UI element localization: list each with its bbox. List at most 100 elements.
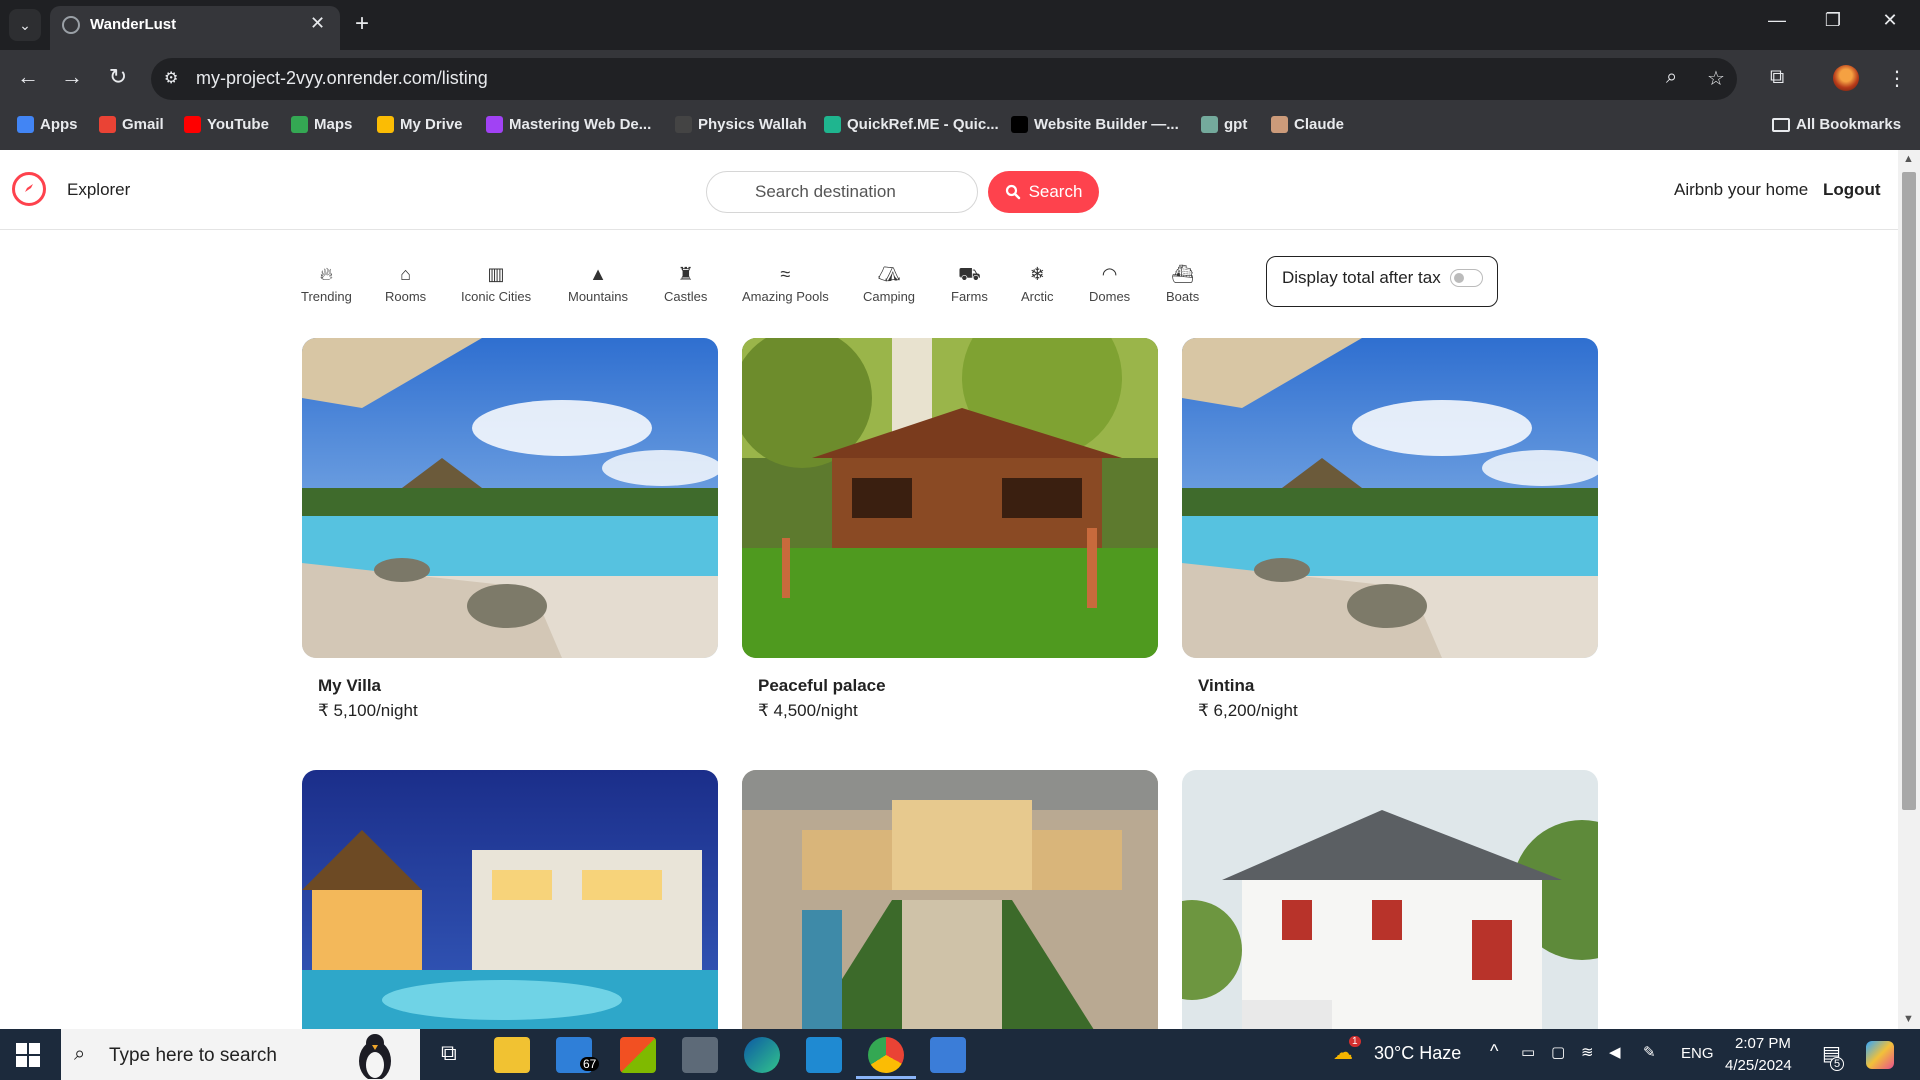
filter-trending[interactable]: 🔥︎ Trending <box>301 263 352 304</box>
listing-image[interactable] <box>742 338 1158 658</box>
back-icon[interactable]: ← <box>13 64 43 90</box>
file-explorer-icon[interactable] <box>494 1037 530 1073</box>
filter-arctic[interactable]: ❄ Arctic <box>1021 263 1054 304</box>
filter-label: Rooms <box>385 289 427 304</box>
scroll-down-icon[interactable]: ▼ <box>1903 1013 1914 1025</box>
bookmark-label: QuickRef.ME - Quic... <box>847 116 999 133</box>
bookmark-item[interactable]: Website Builder —... <box>1011 116 1179 133</box>
listing-image[interactable] <box>742 770 1158 1029</box>
bookmark-item[interactable]: Maps <box>291 116 352 133</box>
site-info-icon[interactable]: ⚙ <box>164 68 178 88</box>
listing-image[interactable] <box>1182 338 1598 658</box>
bookmark-label: Gmail <box>122 116 164 133</box>
bookmark-item[interactable]: Mastering Web De... <box>486 116 651 133</box>
bookmark-label: Claude <box>1294 116 1345 133</box>
tractor-icon: ⛟ <box>958 264 981 284</box>
listing-price: ₹ 6,200/night <box>1198 701 1298 720</box>
search-highlight-penguin-icon <box>359 1034 391 1079</box>
search-button[interactable]: Search <box>988 171 1099 213</box>
listing-title[interactable]: Peaceful palace <box>758 676 886 696</box>
scroll-up-icon[interactable]: ▲ <box>1903 153 1914 165</box>
forward-icon[interactable]: → <box>57 64 87 90</box>
filter-mountains[interactable]: ▲ Mountains <box>568 263 628 304</box>
listing-image[interactable] <box>1182 770 1598 1029</box>
quickref-icon <box>824 116 841 133</box>
bookmark-item[interactable]: Physics Wallah <box>675 116 807 133</box>
notification-count-badge: 5 <box>1830 1057 1845 1071</box>
mail-badge: 67 <box>580 1057 600 1071</box>
listing-price: ₹ 5,100/night <box>318 701 418 720</box>
filter-camping[interactable]: ⛺︎ Camping <box>863 263 915 304</box>
vscode-icon[interactable] <box>806 1037 842 1073</box>
web-builder-icon <box>1011 116 1028 133</box>
url-text[interactable]: my-project-2vyy.onrender.com/listing <box>196 68 488 89</box>
filter-rooms[interactable]: ⌂ Rooms <box>385 263 426 304</box>
volume-icon[interactable]: ◀︎ <box>1609 1043 1621 1061</box>
language-indicator[interactable]: ENG <box>1681 1045 1714 1062</box>
search-icon <box>1005 184 1020 200</box>
windows-start-icon[interactable] <box>14 1041 42 1069</box>
listing-title[interactable]: My Villa <box>318 676 381 696</box>
bookmark-item[interactable]: My Drive <box>377 116 463 133</box>
tax-toggle-label: Display total after tax <box>1282 268 1441 287</box>
photos-icon[interactable] <box>930 1037 966 1073</box>
listing-image[interactable] <box>302 338 718 658</box>
host-home-link[interactable]: Airbnb your home <box>1674 180 1808 200</box>
minimize-icon[interactable]: — <box>1757 10 1797 31</box>
listing-image[interactable] <box>302 770 718 1029</box>
bookmark-item[interactable]: Apps <box>17 116 78 133</box>
close-window-icon[interactable]: ✕ <box>1870 10 1910 31</box>
filter-label: Domes <box>1089 289 1131 304</box>
wifi-icon[interactable]: ≋ <box>1581 1043 1594 1061</box>
logout-link[interactable]: Logout <box>1823 180 1881 200</box>
all-bookmarks-button[interactable]: All Bookmarks <box>1772 116 1901 133</box>
weather-text[interactable]: 30°C Haze <box>1374 1043 1461 1064</box>
mountain-icon: ▲ <box>589 264 607 284</box>
filter-label: Arctic <box>1021 289 1054 304</box>
copilot-icon[interactable] <box>1866 1041 1894 1069</box>
battery-icon[interactable]: ▭ <box>1521 1043 1535 1061</box>
castle-icon: ♜ <box>677 264 694 284</box>
clock-time[interactable]: 2:07 PM <box>1735 1035 1791 1052</box>
category-filters: 🔥︎ Trending ⌂ Rooms ▥ Iconic Cities ▲ Mo… <box>0 255 1898 325</box>
filter-castles[interactable]: ♜ Castles <box>664 263 707 304</box>
restore-icon[interactable]: ❐ <box>1813 10 1853 31</box>
new-tab-icon[interactable]: + <box>355 10 369 38</box>
filter-farms[interactable]: ⛟ Farms <box>951 263 988 304</box>
camera-icon[interactable] <box>682 1037 718 1073</box>
listing-title[interactable]: Vintina <box>1198 676 1254 696</box>
tab-close-icon[interactable]: ✕ <box>310 13 325 34</box>
taskbar-search-placeholder[interactable]: Type here to search <box>109 1045 277 1067</box>
filter-iconic-cities[interactable]: ▥ Iconic Cities <box>461 263 531 304</box>
bookmark-item[interactable]: Gmail <box>99 116 164 133</box>
bookmark-item[interactable]: QuickRef.ME - Quic... <box>824 116 999 133</box>
zoom-icon[interactable]: ⌕ <box>1666 66 1677 89</box>
city-icon: ▥ <box>487 264 505 284</box>
filter-label: Mountains <box>568 289 628 304</box>
task-view-icon[interactable]: ⧉ <box>441 1040 457 1066</box>
apps-grid-icon <box>17 116 34 133</box>
profile-avatar[interactable] <box>1833 65 1859 91</box>
chrome-icon[interactable] <box>868 1037 904 1073</box>
listing-price: ₹ 4,500/night <box>758 701 858 720</box>
filter-amazing-pools[interactable]: ≈ Amazing Pools <box>742 263 829 304</box>
filter-domes[interactable]: ◠ Domes <box>1089 263 1130 304</box>
microsoft-store-icon[interactable] <box>620 1037 656 1073</box>
bookmark-item[interactable]: Claude <box>1271 116 1344 133</box>
tab-search-button[interactable]: ⌄ <box>9 9 41 41</box>
bookmark-star-icon[interactable]: ☆ <box>1707 66 1725 91</box>
search-input[interactable] <box>706 171 978 213</box>
reload-icon[interactable]: ↻ <box>103 64 133 90</box>
pen-icon[interactable]: ✎ <box>1643 1043 1656 1061</box>
brand-link[interactable]: Explorer <box>67 180 130 200</box>
bookmark-item[interactable]: YouTube <box>184 116 269 133</box>
filter-boats[interactable]: ⛴ Boats <box>1166 263 1199 304</box>
clock-date[interactable]: 4/25/2024 <box>1725 1057 1792 1074</box>
extensions-icon[interactable]: ⧉ <box>1770 66 1784 89</box>
meet-icon[interactable]: ▢ <box>1551 1043 1565 1061</box>
edge-icon[interactable] <box>744 1037 780 1073</box>
scrollbar-thumb[interactable] <box>1902 172 1916 810</box>
menu-icon[interactable]: ⋮ <box>1887 66 1907 91</box>
bookmark-item[interactable]: gpt <box>1201 116 1247 133</box>
show-hidden-icons-icon[interactable]: ^ <box>1490 1041 1498 1062</box>
